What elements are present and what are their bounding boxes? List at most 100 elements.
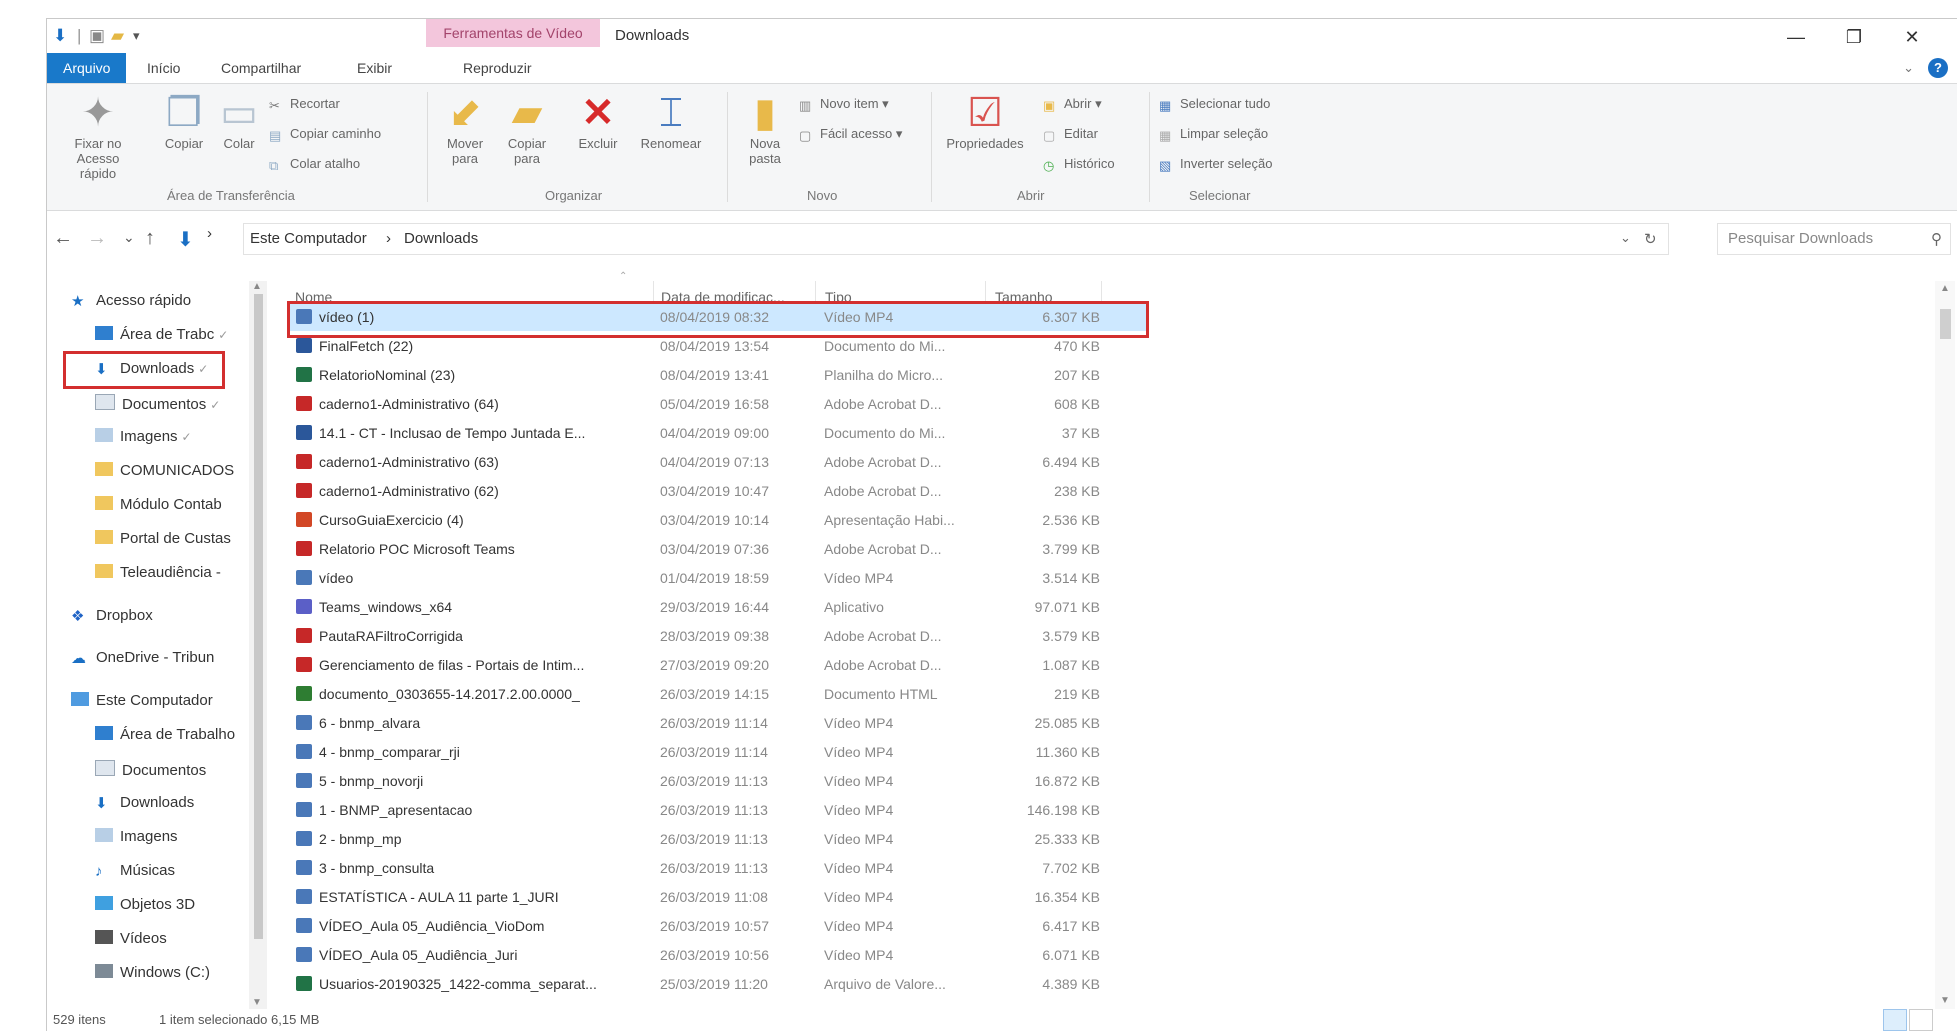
new-item-button[interactable]: ▥ Novo item ▾ <box>799 96 889 113</box>
customize-toolbar-icon[interactable]: ▾ <box>133 27 140 45</box>
nav-pc-music[interactable]: ♪ Músicas <box>95 862 175 880</box>
nav-item-documents[interactable]: Documentos ✓ <box>95 394 220 413</box>
file-row[interactable]: 4 - bnmp_comparar_rji 26/03/2019 11:14 Víd… <box>290 738 1146 766</box>
file-row[interactable]: caderno1-Administrativo (63) 04/04/2019 0… <box>290 448 1146 476</box>
nav-pc-documents[interactable]: Documentos <box>95 760 206 779</box>
nav-item-comunicados[interactable]: COMUNICADOS <box>95 462 234 479</box>
help-icon[interactable]: ? <box>1928 58 1948 78</box>
file-row[interactable]: VÍDEO_Aula 05_Audiência_Juri 26/03/2019 1… <box>290 941 1146 969</box>
refresh-button[interactable]: ↻ <box>1644 230 1657 248</box>
recent-locations-button[interactable]: ⌄ <box>123 229 135 246</box>
file-row[interactable]: CursoGuiaExercicio (4) 03/04/2019 10:14 Ap… <box>290 506 1146 534</box>
tab-home[interactable]: Início <box>137 53 190 83</box>
file-type: Adobe Acrobat D... <box>824 396 942 412</box>
back-button[interactable]: ← <box>53 227 73 250</box>
search-input[interactable]: Pesquisar Downloads ⚲ <box>1717 223 1951 255</box>
address-dropdown-icon[interactable]: ⌄ <box>1620 230 1631 246</box>
nav-pc-pictures[interactable]: Imagens <box>95 828 178 845</box>
forward-button[interactable]: → <box>87 227 107 250</box>
file-row[interactable]: PautaRAFiltroCorrigida 28/03/2019 09:38 Ad… <box>290 622 1146 650</box>
nav-scrollbar-thumb[interactable] <box>254 294 263 939</box>
nav-pc-windows-drive[interactable]: Windows (C:) <box>95 964 210 981</box>
minimize-button[interactable]: — <box>1767 21 1825 53</box>
properties-icon[interactable]: ▣ <box>89 27 105 45</box>
file-row[interactable]: VÍDEO_Aula 05_Audiência_VioDom 26/03/2019… <box>290 912 1146 940</box>
cut-button[interactable]: ✂ Recortar <box>269 96 340 113</box>
new-folder-button[interactable]: ▮ Nova pasta <box>737 90 793 166</box>
rename-button[interactable]: ⌶ Renomear <box>633 90 709 151</box>
scroll-up-icon[interactable]: ▲ <box>1940 283 1950 294</box>
properties-button[interactable]: ☑ Propriedades <box>937 90 1033 151</box>
scroll-down-icon[interactable]: ▼ <box>1940 995 1950 1006</box>
paste-shortcut-button[interactable]: ⧉ Colar atalho <box>269 156 360 173</box>
file-size: 11.360 KB <box>1035 744 1100 760</box>
nav-quick-access[interactable]: ★ Acesso rápido <box>71 292 191 310</box>
tab-play[interactable]: Reproduzir <box>453 53 541 83</box>
scroll-up-icon[interactable]: ▲ <box>252 281 262 292</box>
pdf-file-icon <box>296 657 312 672</box>
file-row[interactable]: Usuarios-20190325_1422-comma_separat... 2… <box>290 970 1146 998</box>
delete-button[interactable]: ✕ Excluir <box>571 90 625 151</box>
file-row[interactable]: RelatorioNominal (23) 08/04/2019 13:41 Pla… <box>290 361 1146 389</box>
history-button[interactable]: ◷ Histórico <box>1043 156 1115 173</box>
file-row[interactable]: 2 - bnmp_mp 26/03/2019 11:13 Vídeo MP4 25.3… <box>290 825 1146 853</box>
nav-item-teleaudiencia[interactable]: Teleaudiência - <box>95 564 221 581</box>
restore-button[interactable]: ❐ <box>1825 21 1883 53</box>
nav-item-portal-custas[interactable]: Portal de Custas <box>95 530 231 547</box>
file-row[interactable]: Relatorio POC Microsoft Teams 03/04/2019 … <box>290 535 1146 563</box>
edit-button[interactable]: ▢ Editar <box>1043 126 1098 143</box>
file-name: VÍDEO_Aula 05_Audiência_VioDom <box>319 918 545 934</box>
copy-to-button[interactable]: ▰ Copiar para <box>499 90 555 166</box>
file-list-scrollbar[interactable] <box>1935 281 1955 1011</box>
tab-view[interactable]: Exibir <box>347 53 402 83</box>
file-row[interactable]: 5 - bnmp_novorji 26/03/2019 11:13 Vídeo MP… <box>290 767 1146 795</box>
file-row[interactable]: vídeo 01/04/2019 18:59 Vídeo MP4 3.514 KB <box>290 564 1146 592</box>
pin-quick-access-button[interactable]: ✦ Fixar no Acesso rápido <box>63 90 133 181</box>
new-group-label: Novo <box>807 188 838 203</box>
expand-ribbon-icon[interactable]: ⌄ <box>1903 60 1914 76</box>
file-row[interactable]: Gerenciamento de filas - Portais de Inti… <box>290 651 1146 679</box>
file-row[interactable]: caderno1-Administrativo (64) 05/04/2019 1… <box>290 390 1146 418</box>
file-row[interactable]: caderno1-Administrativo (62) 03/04/2019 1… <box>290 477 1146 505</box>
file-row[interactable]: documento_0303655-14.2017.2.00.0000_ 26/0… <box>290 680 1146 708</box>
nav-dropbox[interactable]: ❖ Dropbox <box>71 607 153 625</box>
file-row[interactable]: ESTATÍSTICA - AULA 11 parte 1_JURI 26/03/… <box>290 883 1146 911</box>
copy-button[interactable]: ❐ Copiar <box>159 90 209 151</box>
nav-pc-desktop[interactable]: Área de Trabalho <box>95 726 235 743</box>
tab-file[interactable]: Arquivo <box>47 53 127 83</box>
computer-icon <box>71 692 89 706</box>
nav-item-desktop[interactable]: Área de Trabc ✓ <box>95 326 228 343</box>
nav-onedrive[interactable]: ☁ OneDrive - Tribun <box>71 649 214 667</box>
invert-selection-button[interactable]: ▧ Inverter seleção <box>1159 156 1273 173</box>
file-row[interactable]: 3 - bnmp_consulta 26/03/2019 11:13 Vídeo M… <box>290 854 1146 882</box>
copy-path-button[interactable]: ▤ Copiar caminho <box>269 126 381 143</box>
open-button[interactable]: ▣ Abrir ▾ <box>1043 96 1102 113</box>
paste-button[interactable]: ▭ Colar <box>217 90 261 151</box>
up-button[interactable]: ↑ <box>145 227 155 250</box>
new-folder-icon[interactable]: ▰ <box>111 27 124 45</box>
file-row[interactable]: Teams_windows_x64 29/03/2019 16:44 Aplicat… <box>290 593 1146 621</box>
breadcrumb-downloads[interactable]: Downloads <box>404 230 478 247</box>
nav-pc-downloads[interactable]: ⬇ Downloads <box>95 794 194 812</box>
address-bar[interactable]: Este Computador › Downloads ⌄ ↻ <box>243 223 1669 255</box>
easy-access-button[interactable]: ▢ Fácil acesso ▾ <box>799 126 902 143</box>
nav-pc-3d-objects[interactable]: Objetos 3D <box>95 896 195 913</box>
nav-this-pc[interactable]: Este Computador <box>71 692 213 709</box>
select-all-button[interactable]: ▦ Selecionar tudo <box>1159 96 1270 113</box>
close-button[interactable]: ✕ <box>1883 21 1941 53</box>
file-row[interactable]: 6 - bnmp_alvara 26/03/2019 11:14 Vídeo MP4… <box>290 709 1146 737</box>
tab-share[interactable]: Compartilhar <box>211 53 311 83</box>
file-row[interactable]: 14.1 - CT - Inclusao de Tempo Juntada E.… <box>290 419 1146 447</box>
nav-pc-videos[interactable]: Vídeos <box>95 930 167 947</box>
move-to-button[interactable]: ⬋ Mover para <box>437 90 493 166</box>
file-row[interactable]: 1 - BNMP_apresentacao 26/03/2019 11:13 Víd… <box>290 796 1146 824</box>
details-view-button[interactable] <box>1883 1009 1907 1031</box>
scroll-down-icon[interactable]: ▼ <box>252 997 262 1008</box>
select-none-button[interactable]: ▦ Limpar seleção <box>1159 126 1268 143</box>
file-list-scrollbar-thumb[interactable] <box>1940 309 1951 339</box>
breadcrumb-this-pc[interactable]: Este Computador <box>250 230 367 247</box>
large-icons-view-button[interactable] <box>1909 1009 1933 1031</box>
nav-item-pictures[interactable]: Imagens ✓ <box>95 428 192 445</box>
ribbon-tabs: Arquivo Início Compartilhar Exibir Repro… <box>47 53 1957 83</box>
nav-item-modulo-contab[interactable]: Módulo Contab <box>95 496 222 513</box>
